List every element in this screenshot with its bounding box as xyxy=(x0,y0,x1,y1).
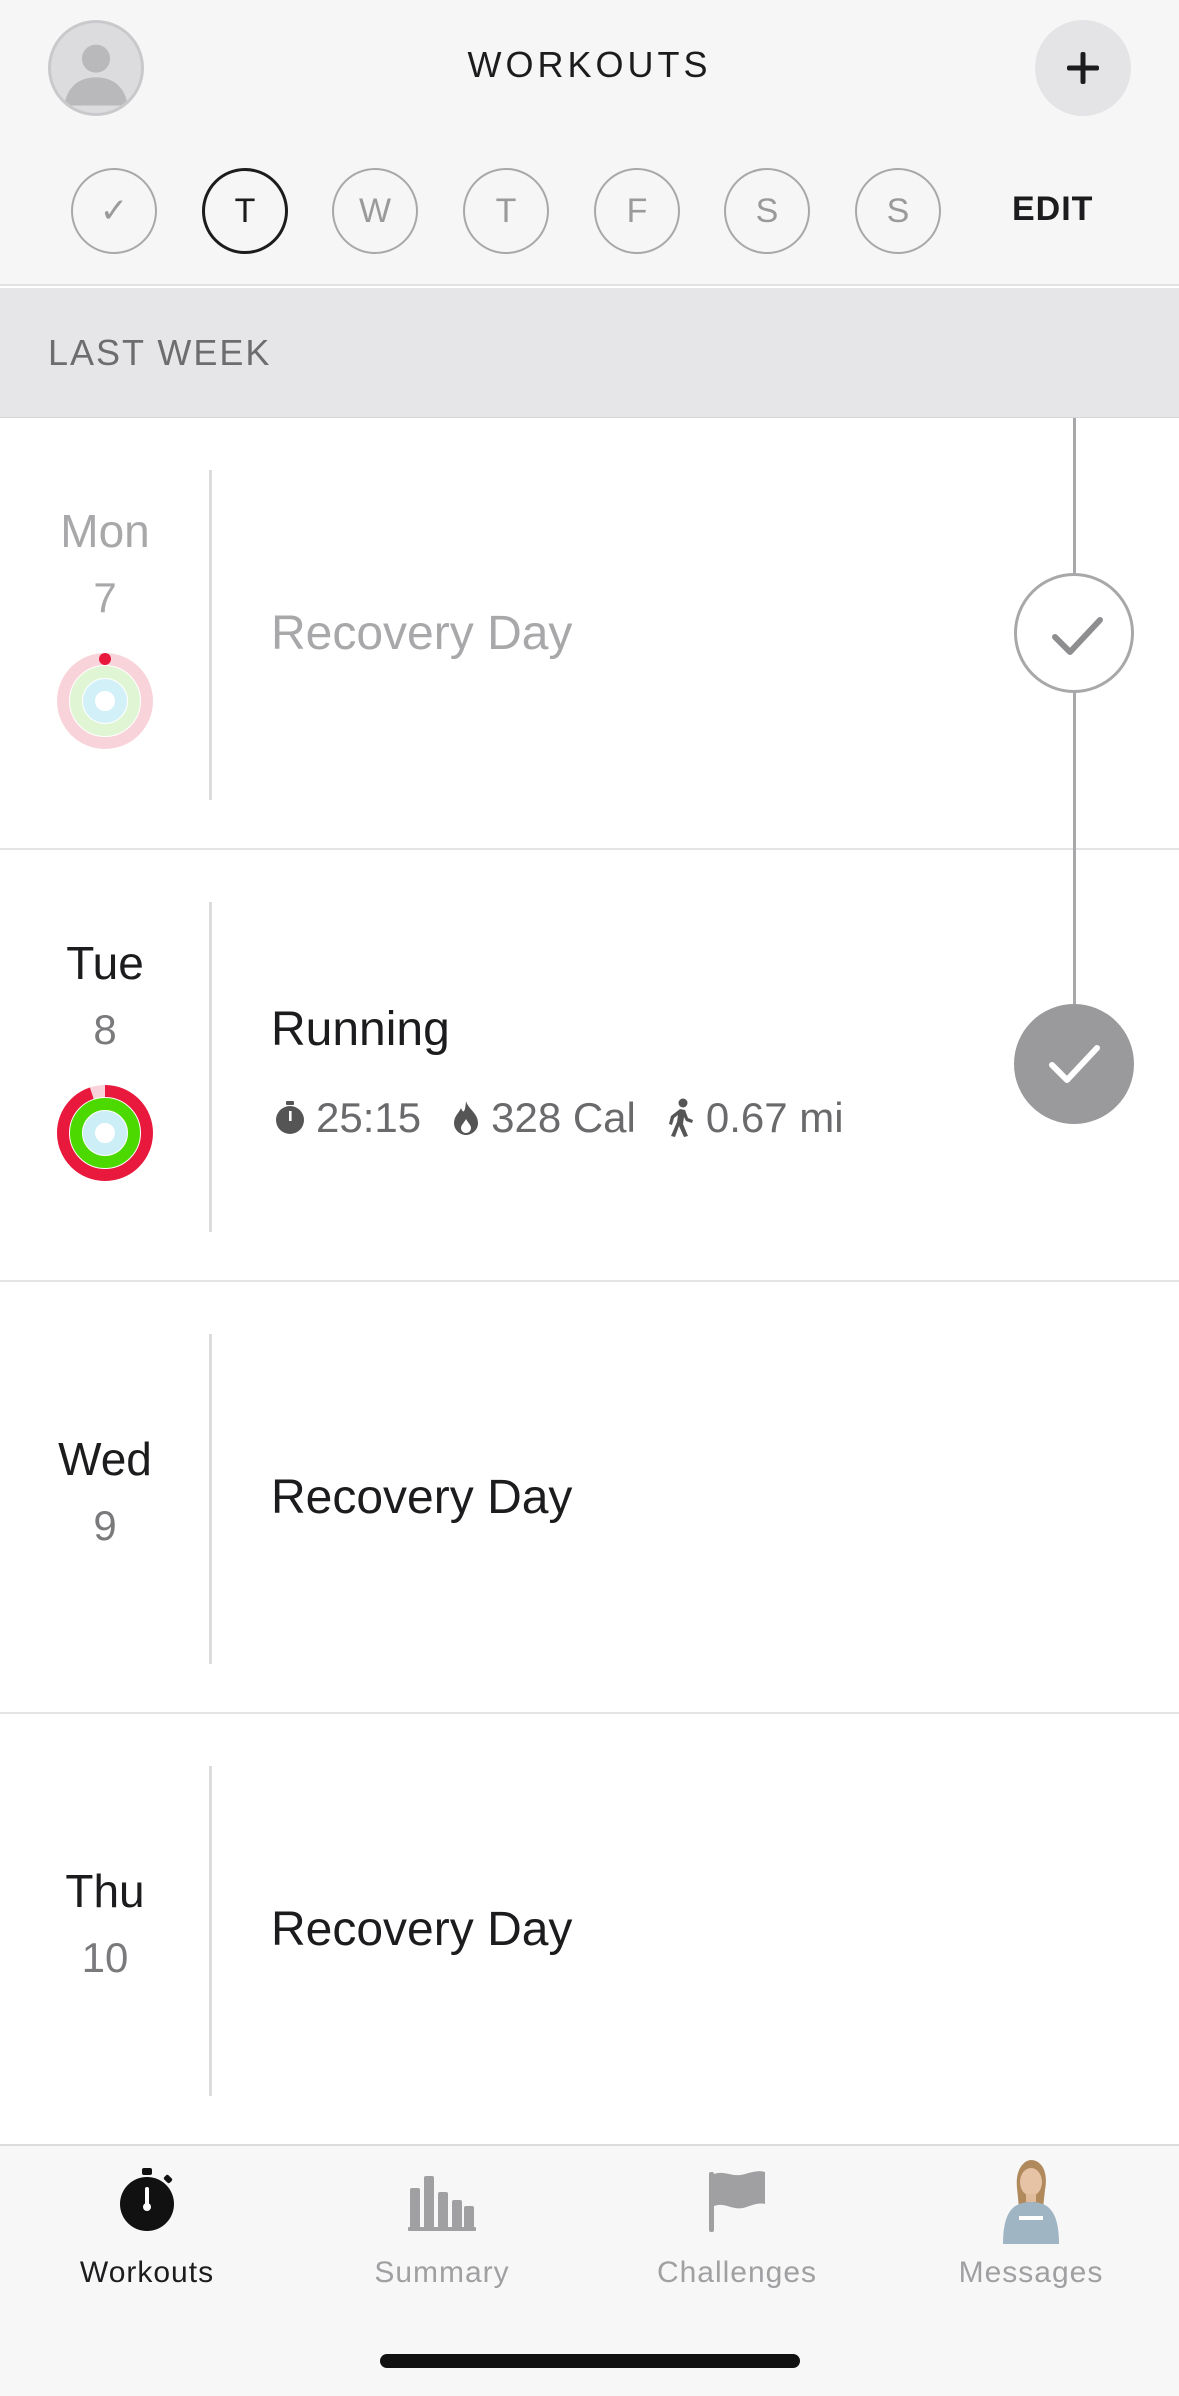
row-divider xyxy=(209,902,212,1232)
row-divider xyxy=(209,470,212,800)
week-day-mon[interactable]: ✓ xyxy=(71,168,157,254)
checkmark-icon xyxy=(1052,617,1103,655)
row-divider xyxy=(209,1766,212,2096)
activity-rings-icon xyxy=(57,653,153,749)
week-day-fri[interactable]: F xyxy=(594,168,680,254)
day-column: Mon 7 xyxy=(0,418,210,848)
flag-icon xyxy=(709,2171,765,2232)
workout-title: Recovery Day xyxy=(271,1903,573,1956)
tab-label: Workouts xyxy=(79,2256,215,2289)
activity-rings-icon xyxy=(57,1085,153,1181)
day-row[interactable]: Wed 9 Recovery Day xyxy=(0,1282,1179,1714)
workout-stats: 25:15 328 Cal 0.67 mi xyxy=(274,1090,874,1146)
day-row[interactable]: Mon 7 Recovery Day xyxy=(0,418,1179,850)
calories-stat: 328 Cal xyxy=(451,1094,636,1142)
walking-person-icon xyxy=(668,1098,693,1137)
completed-check-outline[interactable] xyxy=(1014,573,1134,693)
tab-label: Summary xyxy=(374,2256,510,2289)
week-day-selector: ✓ T W T F S S EDIT xyxy=(0,168,1179,256)
tab-label: Challenges xyxy=(656,2256,818,2289)
home-indicator xyxy=(380,2354,800,2368)
week-day-sun[interactable]: S xyxy=(855,168,941,254)
calories-value: 328 Cal xyxy=(491,1094,636,1141)
bar-chart-icon xyxy=(408,2176,476,2231)
checkmark-icon xyxy=(1049,1045,1100,1083)
completed-check-filled[interactable] xyxy=(1014,1004,1134,1124)
tab-summary[interactable]: Summary xyxy=(295,2146,589,2326)
flame-icon xyxy=(454,1101,479,1135)
add-workout-button[interactable] xyxy=(1035,20,1131,116)
week-day-sat[interactable]: S xyxy=(724,168,810,254)
day-name: Mon xyxy=(60,505,150,557)
duration-value: 25:15 xyxy=(316,1094,422,1141)
day-number: 9 xyxy=(93,1502,117,1549)
duration-stat: 25:15 xyxy=(274,1094,421,1142)
week-day-wed[interactable]: W xyxy=(332,168,418,254)
workout-title: Recovery Day xyxy=(271,1471,573,1524)
day-name: Tue xyxy=(66,937,144,989)
day-row[interactable]: Thu 10 Recovery Day xyxy=(0,1714,1179,2146)
tab-label: Messages xyxy=(958,2256,1104,2289)
section-header: LAST WEEK xyxy=(0,288,1179,418)
tab-challenges[interactable]: Challenges xyxy=(590,2146,884,2326)
day-name: Thu xyxy=(65,1865,145,1917)
week-day-tue[interactable]: T xyxy=(202,168,288,254)
top-header: WORKOUTS ✓ T W T F S S EDIT xyxy=(0,0,1179,286)
workout-title: Running xyxy=(271,1003,450,1056)
page-title: WORKOUTS xyxy=(467,44,712,85)
day-row[interactable]: Tue 8 Running 25:15 328 Cal 0.67 mi xyxy=(0,850,1179,1282)
distance-value: 0.67 mi xyxy=(705,1094,844,1141)
week-day-thu[interactable]: T xyxy=(463,168,549,254)
tab-workouts[interactable]: Workouts xyxy=(0,2146,294,2326)
section-label: LAST WEEK xyxy=(48,332,272,373)
distance-stat: 0.67 mi xyxy=(666,1094,844,1142)
plus-icon xyxy=(1067,52,1099,84)
day-column: Thu 10 xyxy=(0,1714,210,2144)
tab-messages[interactable]: Messages xyxy=(884,2146,1178,2326)
day-number: 8 xyxy=(93,1006,117,1053)
workout-title: Recovery Day xyxy=(271,607,573,660)
day-name: Wed xyxy=(58,1433,152,1485)
day-number: 10 xyxy=(81,1934,129,1981)
timeline-connector xyxy=(1073,418,1076,1004)
row-divider xyxy=(209,1334,212,1664)
edit-button[interactable]: EDIT xyxy=(1012,190,1093,229)
stopwatch-icon xyxy=(120,2168,174,2231)
day-column: Wed 9 xyxy=(0,1282,210,1712)
day-column: Tue 8 xyxy=(0,850,210,1280)
stopwatch-icon xyxy=(276,1101,304,1134)
coach-avatar xyxy=(1003,2160,1059,2244)
day-number: 7 xyxy=(93,574,117,621)
app-root: WORKOUTS ✓ T W T F S S EDIT LAST WEEK Mo… xyxy=(0,0,1179,2396)
